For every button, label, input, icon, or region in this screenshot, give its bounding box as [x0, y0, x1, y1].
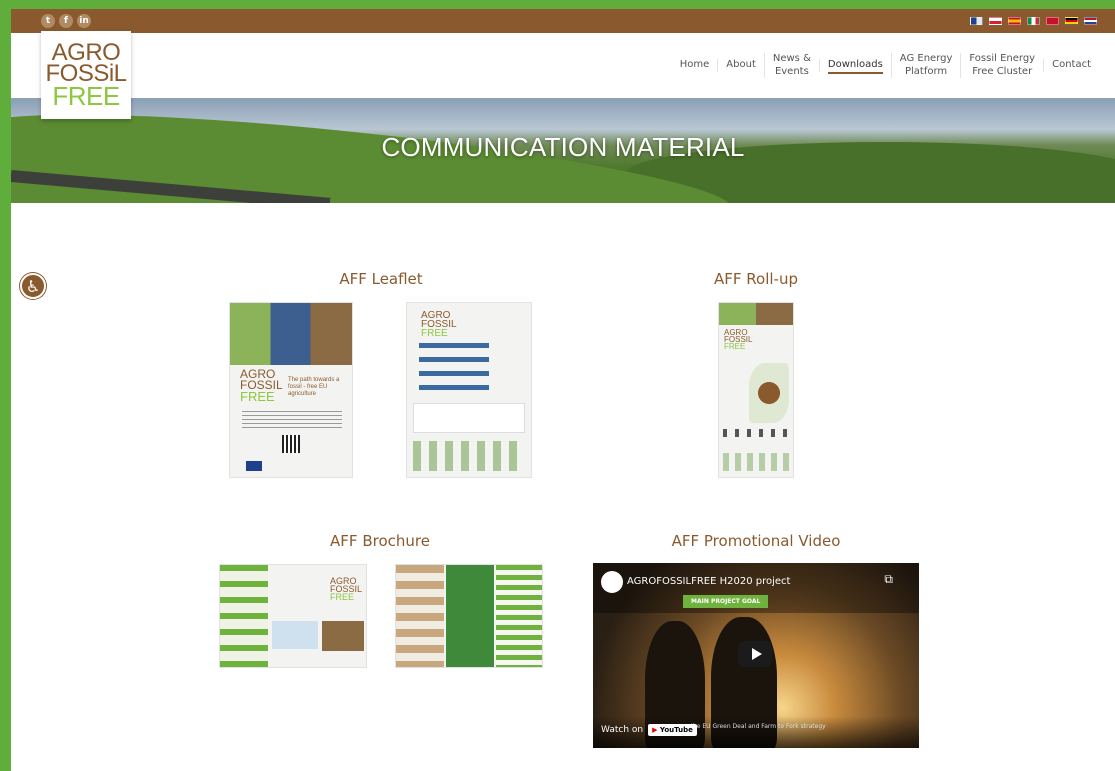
rollup-icons-row	[723, 429, 791, 437]
brochure-outer-map	[272, 621, 318, 649]
brochure-inner-thumbnail[interactable]	[395, 564, 543, 668]
nav-about[interactable]: About	[717, 59, 764, 72]
flag-pl-icon[interactable]	[989, 17, 1002, 25]
leaflet-back-contact-list	[419, 343, 489, 399]
nav-downloads[interactable]: Downloads	[818, 59, 891, 75]
leaflet-front-photos	[230, 303, 352, 365]
rollup-title: AFF Roll-up	[714, 270, 798, 288]
video-badge: MAIN PROJECT GOAL	[683, 595, 769, 608]
video-title-text[interactable]: AGROFOSSILFREE H2020 project	[627, 576, 790, 587]
leaflet-front-thumbnail[interactable]: AGRO FOSSIL FREE The path towards a foss…	[229, 302, 353, 478]
leaflet-front-eu-flag	[246, 461, 262, 471]
leaflet-back-partner-logos	[413, 441, 525, 471]
social-links: t f in	[41, 14, 91, 28]
play-button[interactable]	[738, 641, 772, 667]
facebook-icon[interactable]: f	[59, 14, 73, 28]
nav-home[interactable]: Home	[672, 59, 718, 72]
rollup-photos	[719, 303, 793, 325]
nav-contact[interactable]: Contact	[1043, 59, 1099, 72]
leaflet-back-thumbnail[interactable]: AGRO FOSSIL FREE	[406, 302, 532, 478]
site-logo[interactable]: AGRO FOSSiL FREE	[41, 31, 131, 119]
leaflet-front-tagline: The path towards a fossil - free EU agri…	[288, 377, 340, 398]
brochure-title: AFF Brochure	[330, 532, 430, 550]
language-switcher	[970, 17, 1097, 25]
nav-ag-energy-platform[interactable]: AG Energy Platform	[890, 53, 961, 78]
linkedin-icon[interactable]: in	[77, 14, 91, 28]
nav-news-events[interactable]: News & Events	[763, 53, 819, 78]
leaflet-back-contact-box	[413, 403, 525, 433]
flag-es-icon[interactable]	[1008, 17, 1021, 25]
brochure-outer-photo	[322, 621, 364, 651]
leaflet-front-qr-code	[282, 435, 300, 453]
top-bar: t f in	[11, 9, 1115, 33]
main-nav: Home About News & Events Downloads AG En…	[672, 33, 1099, 98]
channel-avatar[interactable]	[601, 571, 623, 593]
brochure-outer-left-panel	[220, 565, 268, 667]
flag-de-icon[interactable]	[1065, 17, 1078, 25]
rollup-path-graphic	[749, 363, 789, 423]
rollup-logo-3: FREE	[724, 342, 746, 351]
leaflet-back-logo-3: FREE	[421, 328, 448, 339]
site-header: AGRO FOSSiL FREE Home About News & Event…	[11, 31, 1115, 119]
rollup-partner-logos	[723, 453, 791, 471]
flag-nl-icon[interactable]	[1084, 17, 1097, 25]
youtube-logo-icon: ▶ YouTube	[648, 724, 697, 736]
brochure-inner-middle-panel	[446, 565, 494, 667]
watch-on-label: Watch on	[601, 725, 644, 735]
brochure-inner-left-panel	[396, 565, 444, 667]
leaflet-title: AFF Leaflet	[339, 270, 423, 288]
nav-fossil-energy-free-cluster[interactable]: Fossil Energy Free Cluster	[960, 53, 1043, 78]
leaflet-front-text-block	[242, 411, 342, 431]
watch-on-youtube-button[interactable]: Watch on ▶ YouTube	[601, 724, 697, 736]
hero-banner: COMMUNICATION MATERIAL	[11, 98, 1115, 203]
rollup-thumbnail[interactable]: AGRO FOSSIL FREE	[718, 302, 794, 478]
brochure-inner-right-panel	[496, 565, 542, 667]
flag-dk-icon[interactable]	[1046, 17, 1059, 25]
logo-line-3: FREE	[52, 80, 120, 111]
brochure-outer-logo-3: FREE	[330, 592, 355, 602]
video-title: AFF Promotional Video	[671, 532, 841, 550]
page-title: COMMUNICATION MATERIAL	[381, 132, 745, 162]
leaflet-front-logo-3: FREE	[240, 389, 275, 404]
brochure-outer-thumbnail[interactable]: AGRO FOSSIL FREE	[219, 564, 367, 668]
video-caption: ... the EU Green Deal and Farm to Fork s…	[683, 723, 826, 730]
flag-it-icon[interactable]	[1027, 17, 1040, 25]
accessibility-icon[interactable]: ♿	[20, 273, 46, 299]
twitter-icon[interactable]: t	[41, 14, 55, 28]
promo-video-player[interactable]: AGROFOSSILFREE H2020 project MAIN PROJEC…	[593, 563, 919, 748]
copy-link-icon[interactable]: ⧉	[884, 572, 893, 587]
flag-en-icon[interactable]	[970, 17, 983, 25]
